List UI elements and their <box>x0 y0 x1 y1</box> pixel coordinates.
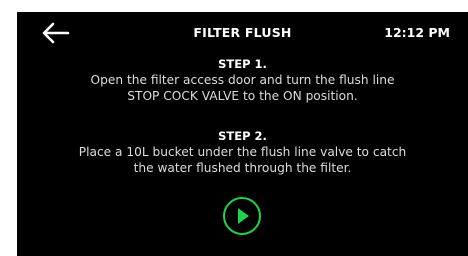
play-button[interactable] <box>222 196 262 236</box>
step-1-heading: STEP 1. <box>218 57 267 71</box>
step-2: STEP 2. Place a 10L bucket under the flu… <box>17 129 468 176</box>
step-2-line-2: the water flushed through the filter. <box>133 161 352 175</box>
step-1-line-2: STOP COCK VALVE to the ON position. <box>127 89 358 103</box>
step-2-line-1: Place a 10L bucket under the flush line … <box>78 145 407 159</box>
clock: 12:12 PM <box>384 25 450 40</box>
step-1: STEP 1. Open the filter access door and … <box>17 57 468 104</box>
step-1-text: Open the filter access door and turn the… <box>17 72 468 104</box>
step-1-line-1: Open the filter access door and turn the… <box>90 73 395 87</box>
step-2-heading: STEP 2. <box>218 129 267 143</box>
step-2-text: Place a 10L bucket under the flush line … <box>17 144 468 176</box>
play-icon <box>223 197 261 235</box>
screen: FILTER FLUSH 12:12 PM STEP 1. Open the f… <box>17 12 468 256</box>
